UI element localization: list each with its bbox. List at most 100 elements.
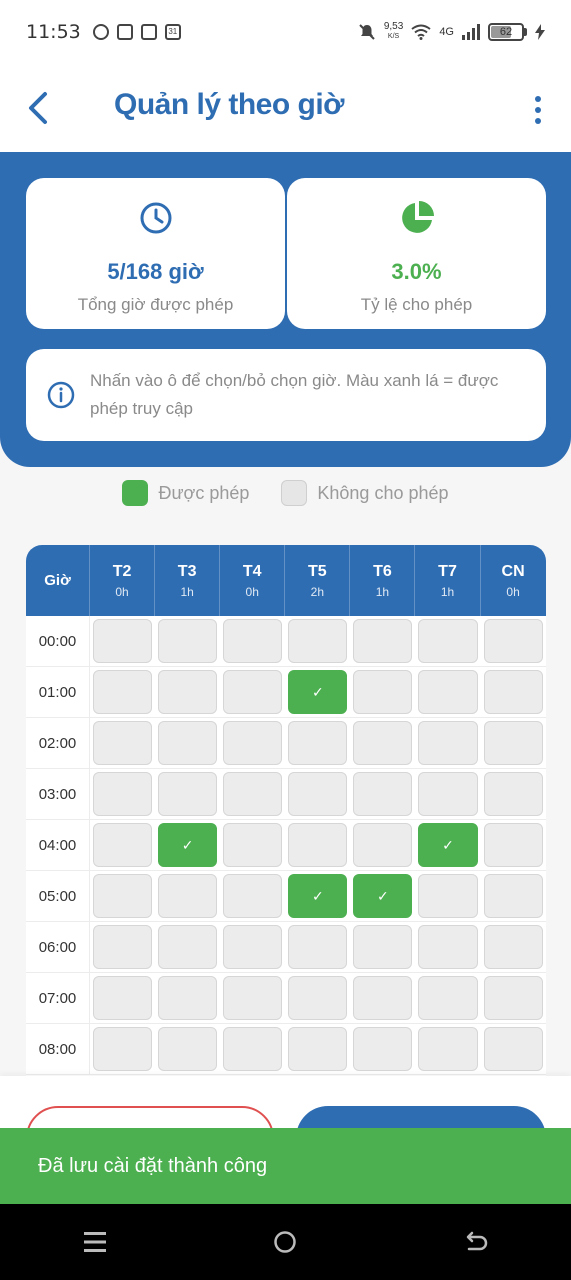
hour-cell[interactable]	[93, 772, 153, 816]
hour-label: 05:00	[26, 871, 90, 921]
hour-cell-wrapper	[350, 922, 415, 972]
day-header: T6 1h	[350, 545, 416, 616]
hour-cell[interactable]	[288, 925, 348, 969]
hour-cell[interactable]	[483, 925, 543, 969]
hour-cell[interactable]	[223, 670, 283, 714]
battery-icon: 62	[488, 23, 527, 41]
hour-cell[interactable]: ✓	[288, 670, 348, 714]
system-icons: 9,53 K/S 4G 62	[358, 22, 545, 42]
more-options-button[interactable]	[523, 90, 553, 130]
hour-cell[interactable]	[223, 925, 283, 969]
hour-cell[interactable]	[353, 772, 413, 816]
hour-cell[interactable]: ✓	[353, 874, 413, 918]
hour-cell[interactable]	[483, 772, 543, 816]
hour-cell-wrapper	[90, 718, 155, 768]
grid-row: 06:00	[26, 922, 546, 973]
menu-icon	[84, 1232, 107, 1252]
hour-cell-wrapper	[285, 922, 350, 972]
hour-cell[interactable]	[93, 823, 153, 867]
hour-cell-wrapper	[481, 718, 546, 768]
hour-cell[interactable]	[483, 619, 543, 663]
hour-cell[interactable]	[223, 619, 283, 663]
hour-cell[interactable]	[483, 823, 543, 867]
hour-cell-wrapper	[285, 973, 350, 1023]
hour-cell[interactable]	[353, 670, 413, 714]
hour-cell[interactable]	[223, 976, 283, 1020]
hour-cell[interactable]	[223, 772, 283, 816]
hour-cell[interactable]	[93, 874, 153, 918]
hour-cell[interactable]	[483, 874, 543, 918]
total-hours-value: 5/168 giờ	[107, 259, 204, 284]
hour-cell[interactable]	[418, 925, 478, 969]
day-header: CN 0h	[501, 562, 525, 599]
home-button[interactable]	[265, 1222, 305, 1262]
hour-cell[interactable]	[93, 1027, 153, 1071]
hour-cell[interactable]	[158, 721, 218, 765]
grid-row: 04:00 ✓ ✓	[26, 820, 546, 871]
hour-cell[interactable]	[483, 976, 543, 1020]
hour-cell[interactable]: ✓	[288, 874, 348, 918]
hour-cell[interactable]	[418, 619, 478, 663]
hour-cell[interactable]	[158, 670, 218, 714]
hour-cell-wrapper	[415, 718, 480, 768]
hour-cell[interactable]	[288, 823, 348, 867]
hour-cell-wrapper	[415, 769, 480, 819]
hour-cell[interactable]	[93, 976, 153, 1020]
hour-cell[interactable]	[353, 976, 413, 1020]
hour-cell[interactable]	[158, 772, 218, 816]
hour-cell[interactable]	[93, 619, 153, 663]
hour-cell[interactable]	[223, 1027, 283, 1071]
hour-cell[interactable]	[288, 619, 348, 663]
hour-cell[interactable]	[158, 619, 218, 663]
hour-cell[interactable]	[158, 976, 218, 1020]
hour-cell[interactable]	[288, 1027, 348, 1071]
hour-cell[interactable]: ✓	[158, 823, 218, 867]
hour-label: 04:00	[26, 820, 90, 870]
hour-column-header: Giờ	[26, 545, 90, 616]
hour-cell-wrapper	[415, 922, 480, 972]
allowed-ratio-label: Tỷ lệ cho phép	[360, 295, 473, 314]
hour-cell[interactable]	[353, 619, 413, 663]
hour-cell[interactable]	[353, 721, 413, 765]
hour-cell[interactable]	[353, 823, 413, 867]
hour-cell[interactable]	[223, 721, 283, 765]
hour-cell[interactable]	[418, 772, 478, 816]
hour-cell[interactable]	[483, 1027, 543, 1071]
hour-cell-wrapper	[350, 718, 415, 768]
hour-cell[interactable]	[483, 721, 543, 765]
hour-cell-wrapper	[155, 973, 220, 1023]
hour-cell-wrapper	[220, 718, 285, 768]
total-hours-label: Tổng giờ được phép	[77, 295, 234, 314]
hour-cell[interactable]	[93, 925, 153, 969]
hour-cell[interactable]	[418, 976, 478, 1020]
hour-cell[interactable]	[288, 721, 348, 765]
hour-cell[interactable]	[158, 1027, 218, 1071]
hour-cell[interactable]	[158, 925, 218, 969]
hour-cell-wrapper: ✓	[285, 667, 350, 717]
hour-cell[interactable]	[418, 670, 478, 714]
hour-cell[interactable]	[158, 874, 218, 918]
hour-cell[interactable]	[418, 874, 478, 918]
hour-cell-wrapper	[220, 1024, 285, 1074]
hour-cell[interactable]	[288, 976, 348, 1020]
hour-cell-wrapper	[220, 769, 285, 819]
hour-cell[interactable]	[93, 721, 153, 765]
hour-cell[interactable]	[353, 925, 413, 969]
back-button[interactable]	[18, 88, 58, 128]
hour-cell[interactable]	[418, 721, 478, 765]
hour-cell[interactable]	[223, 823, 283, 867]
grid-row: 07:00	[26, 973, 546, 1024]
hour-cell[interactable]	[418, 1027, 478, 1071]
back-nav-button[interactable]	[456, 1222, 496, 1262]
hour-cell[interactable]: ✓	[418, 823, 478, 867]
hour-cell-wrapper	[481, 667, 546, 717]
hour-cell-wrapper	[220, 973, 285, 1023]
hour-cell-wrapper	[415, 667, 480, 717]
hour-cell[interactable]	[483, 670, 543, 714]
recent-apps-button[interactable]	[75, 1222, 115, 1262]
hour-cell[interactable]	[353, 1027, 413, 1071]
hour-cell[interactable]	[223, 874, 283, 918]
app-bar: Quản lý theo giờ	[0, 64, 571, 154]
hour-cell[interactable]	[288, 772, 348, 816]
hour-cell[interactable]	[93, 670, 153, 714]
